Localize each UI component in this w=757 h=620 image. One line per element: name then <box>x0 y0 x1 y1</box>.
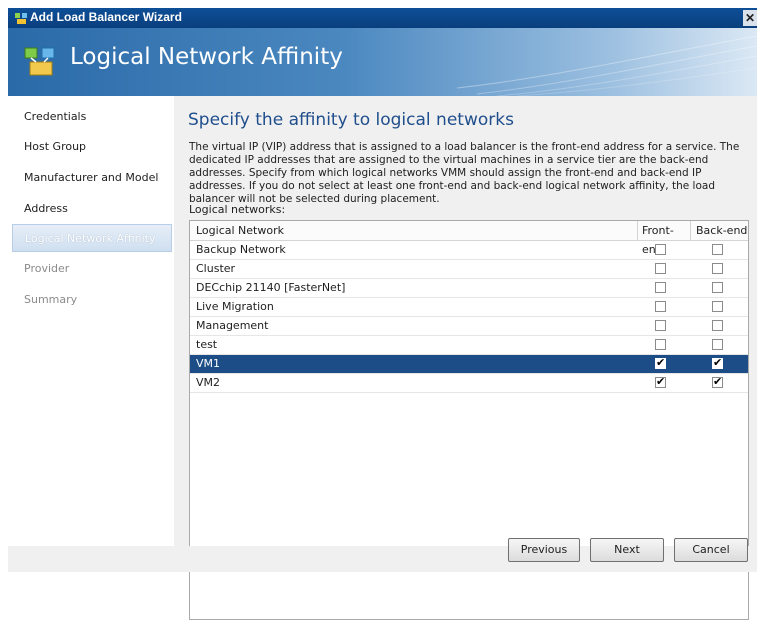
back-end-checkbox[interactable] <box>712 301 723 312</box>
nav-item-provider: Provider <box>24 262 70 275</box>
table-row[interactable]: test <box>190 336 748 355</box>
nav-item-host-group[interactable]: Host Group <box>24 140 86 153</box>
row-network-name: Management <box>196 319 269 332</box>
table-row[interactable]: VM1 ✔ ✔ <box>190 355 748 374</box>
table-row[interactable]: DECchip 21140 [FasterNet] <box>190 279 748 298</box>
front-end-checkbox[interactable] <box>655 282 666 293</box>
check-icon: ✔ <box>713 356 723 369</box>
table-row[interactable]: Backup Network <box>190 241 748 260</box>
back-end-checkbox[interactable]: ✔ <box>712 356 723 369</box>
previous-button[interactable]: Previous <box>508 538 580 562</box>
back-end-checkbox[interactable] <box>712 320 723 331</box>
row-network-name: VM2 <box>196 376 221 389</box>
row-network-name: Backup Network <box>196 243 286 256</box>
column-header-front-end[interactable]: Front-end <box>637 221 690 256</box>
wizard-steps-nav: Credentials Host Group Manufacturer and … <box>8 96 173 546</box>
back-end-checkbox[interactable] <box>712 244 723 255</box>
back-end-checkbox[interactable] <box>712 339 723 350</box>
table-row[interactable]: Management <box>190 317 748 336</box>
cancel-button[interactable]: Cancel <box>674 538 748 562</box>
window-title: Add Load Balancer Wizard <box>30 10 182 24</box>
front-end-checkbox[interactable] <box>655 244 666 255</box>
banner-decoration <box>457 35 757 96</box>
network-wizard-icon <box>15 13 27 24</box>
grid-header: Logical Network Front-end Back-end <box>190 221 748 256</box>
header-banner: Logical Network Affinity <box>8 28 757 96</box>
front-end-checkbox[interactable] <box>655 263 666 274</box>
row-network-name: Cluster <box>196 262 236 275</box>
front-end-checkbox[interactable]: ✔ <box>655 356 666 369</box>
nav-item-manufacturer-model[interactable]: Manufacturer and Model <box>24 171 158 184</box>
back-end-checkbox[interactable]: ✔ <box>712 375 723 388</box>
row-network-name: Live Migration <box>196 300 274 313</box>
check-icon: ✔ <box>656 356 666 369</box>
list-label: Logical networks: <box>189 203 286 216</box>
column-header-back-end[interactable]: Back-end <box>690 221 748 240</box>
front-end-checkbox[interactable] <box>655 301 666 312</box>
next-button[interactable]: Next <box>590 538 664 562</box>
nav-item-summary: Summary <box>24 293 78 306</box>
front-end-checkbox[interactable]: ✔ <box>655 375 666 388</box>
description-text: The virtual IP (VIP) address that is ass… <box>189 141 740 205</box>
row-network-name: DECchip 21140 [FasterNet] <box>196 281 346 294</box>
check-icon: ✔ <box>656 375 666 388</box>
nav-item-address[interactable]: Address <box>24 202 68 215</box>
nav-item-credentials[interactable]: Credentials <box>24 110 86 123</box>
table-row[interactable]: Live Migration <box>190 298 748 317</box>
check-icon: ✔ <box>713 375 723 388</box>
close-icon[interactable]: ✕ <box>743 10 757 26</box>
row-network-name: test <box>196 338 218 351</box>
back-end-checkbox[interactable] <box>712 282 723 293</box>
section-heading: Specify the affinity to logical networks <box>188 110 514 130</box>
front-end-checkbox[interactable] <box>655 320 666 331</box>
front-end-checkbox[interactable] <box>655 339 666 350</box>
nav-item-logical-network-affinity[interactable]: Logical Network Affinity <box>12 224 172 252</box>
content-pane: Specify the affinity to logical networks… <box>174 96 757 620</box>
page-title: Logical Network Affinity <box>70 44 343 70</box>
button-bar: Previous Next Cancel <box>8 538 757 572</box>
table-row[interactable]: VM2 ✔ ✔ <box>190 374 748 393</box>
row-network-name: VM1 <box>196 357 221 370</box>
title-bar: Add Load Balancer Wizard ✕ <box>8 8 757 28</box>
back-end-checkbox[interactable] <box>712 263 723 274</box>
column-header-logical-network[interactable]: Logical Network <box>196 221 636 240</box>
table-row[interactable]: Cluster <box>190 260 748 279</box>
network-icon <box>24 47 55 76</box>
